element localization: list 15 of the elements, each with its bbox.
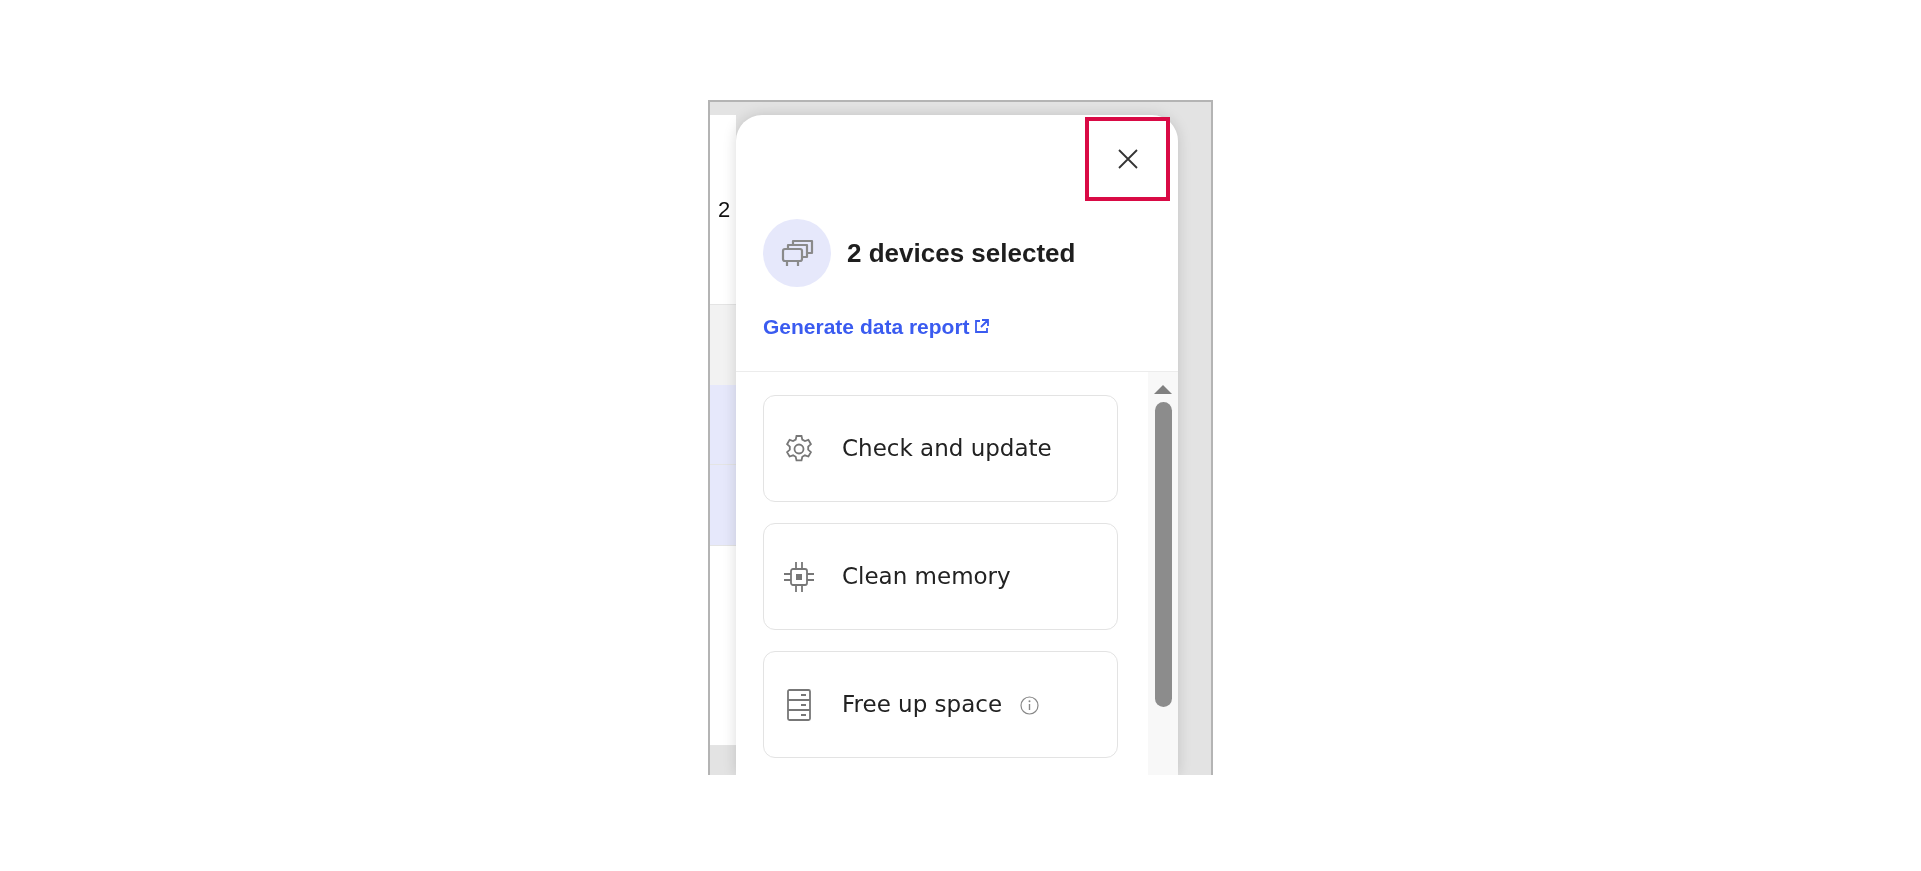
action-card[interactable]: Free up space (763, 651, 1118, 758)
action-card[interactable]: Clean memory (763, 523, 1118, 630)
devices-icon (780, 237, 814, 269)
close-button[interactable] (1085, 117, 1170, 201)
info-icon[interactable] (1020, 695, 1040, 715)
action-card[interactable]: Check and update (763, 395, 1118, 502)
close-icon (1116, 148, 1139, 170)
chip-icon (783, 560, 815, 593)
generate-report-link[interactable]: Generate data report (763, 311, 970, 343)
scrollbar-thumb[interactable] (1154, 402, 1172, 707)
external-link-icon (973, 319, 989, 335)
scroll-up-arrow[interactable] (1154, 384, 1172, 394)
storage-icon (786, 688, 812, 721)
panel-title: 2 devices selected (847, 236, 1076, 270)
table-cell-text: 2 (717, 196, 731, 224)
